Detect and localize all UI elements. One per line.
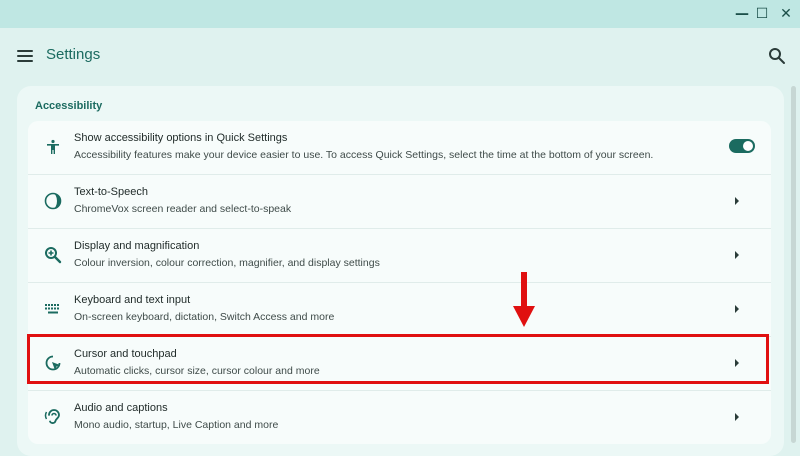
quick-settings-toggle[interactable] — [729, 139, 755, 153]
text-to-speech-icon — [44, 192, 62, 210]
chevron-right-icon — [735, 197, 739, 205]
row-title: Text-to-Speech — [74, 186, 148, 198]
keyboard-icon — [44, 300, 62, 318]
chevron-right-icon — [735, 305, 739, 313]
ear-icon — [44, 408, 62, 426]
red-arrow-annotation — [513, 272, 535, 327]
settings-list: Show accessibility options in Quick Sett… — [28, 121, 771, 444]
toggle-knob — [743, 141, 753, 151]
chevron-right-icon — [735, 251, 739, 259]
row-audio-captions[interactable]: Audio and captions Mono audio, startup, … — [28, 391, 771, 444]
row-title: Show accessibility options in Quick Sett… — [74, 132, 288, 144]
magnifier-icon — [44, 246, 62, 264]
page-title: Settings — [46, 46, 101, 63]
row-title: Audio and captions — [74, 402, 168, 414]
chevron-right-icon — [735, 413, 739, 421]
row-subtitle: On-screen keyboard, dictation, Switch Ac… — [74, 311, 335, 323]
close-button[interactable]: ✕ — [776, 4, 796, 24]
app-header: Settings — [0, 28, 800, 84]
row-subtitle: ChromeVox screen reader and select-to-sp… — [74, 203, 292, 215]
search-icon[interactable] — [768, 47, 786, 65]
row-show-accessibility-options[interactable]: Show accessibility options in Quick Sett… — [28, 121, 771, 175]
scrollbar[interactable] — [791, 86, 796, 443]
row-title: Keyboard and text input — [74, 294, 191, 306]
maximize-button[interactable]: ☐ — [752, 4, 772, 24]
row-subtitle: Mono audio, startup, Live Caption and mo… — [74, 419, 279, 431]
minimize-button[interactable]: — — [732, 4, 752, 24]
accessibility-panel: Accessibility Show accessibility options… — [17, 86, 784, 456]
row-keyboard-text-input[interactable]: Keyboard and text input On-screen keyboa… — [28, 283, 771, 337]
row-text-to-speech[interactable]: Text-to-Speech ChromeVox screen reader a… — [28, 175, 771, 229]
row-display-magnification[interactable]: Display and magnification Colour inversi… — [28, 229, 771, 283]
row-subtitle: Accessibility features make your device … — [74, 149, 654, 161]
row-subtitle: Colour inversion, colour correction, mag… — [74, 257, 380, 269]
section-title: Accessibility — [35, 100, 103, 112]
window-titlebar: — ☐ ✕ — [0, 0, 800, 28]
highlight-box-annotation — [27, 334, 769, 384]
row-title: Display and magnification — [74, 240, 200, 252]
menu-icon[interactable] — [17, 50, 33, 62]
accessibility-icon — [44, 138, 62, 156]
